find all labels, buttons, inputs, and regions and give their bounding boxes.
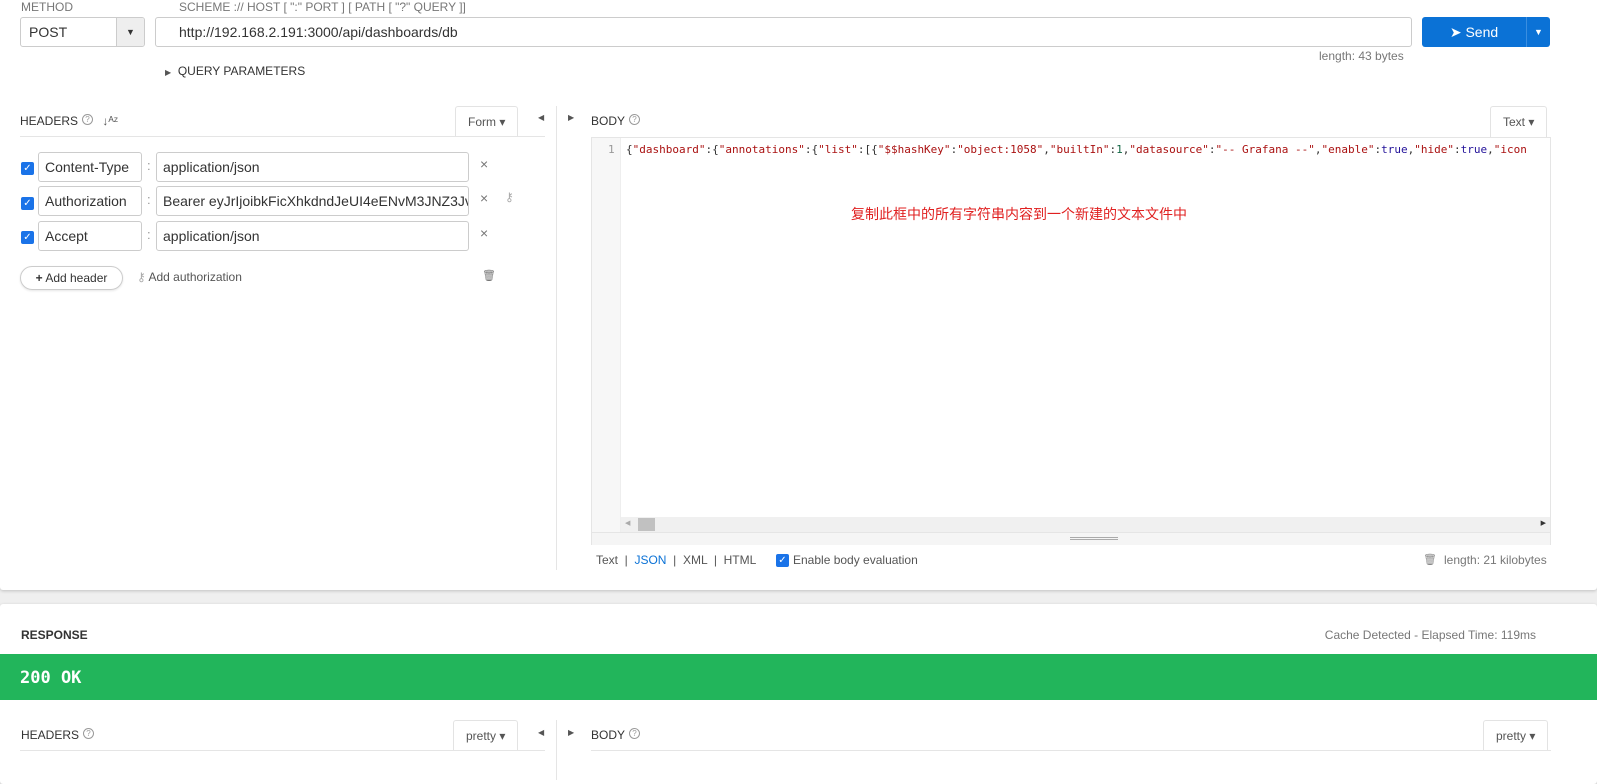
close-icon[interactable]: × bbox=[480, 225, 488, 241]
header-value-input[interactable]: application/json bbox=[156, 152, 469, 182]
trash-icon[interactable]: 🗑 bbox=[1423, 553, 1437, 566]
headers-title: HEADERS? ↓ᴬᶻ bbox=[20, 114, 119, 128]
format-text[interactable]: Text bbox=[596, 553, 618, 567]
colon: : bbox=[147, 158, 151, 173]
header-enabled-checkbox[interactable]: ✓ bbox=[21, 162, 34, 175]
collapse-left-icon[interactable]: ◀ bbox=[538, 728, 544, 737]
paper-plane-icon: ➤ bbox=[1449, 24, 1462, 40]
colon: : bbox=[147, 227, 151, 242]
collapse-left-icon[interactable]: ◀ bbox=[538, 113, 544, 122]
format-json[interactable]: JSON bbox=[634, 553, 666, 567]
send-label: Send bbox=[1465, 24, 1499, 40]
code-token: "annotations" bbox=[718, 143, 805, 156]
code-token: "$$hashKey" bbox=[877, 143, 951, 156]
horizontal-scrollbar[interactable]: ◀ ▶ bbox=[621, 517, 1550, 532]
format-xml[interactable]: XML bbox=[683, 553, 707, 567]
code-token: true bbox=[1381, 143, 1408, 156]
code-token: "icon bbox=[1493, 143, 1527, 156]
method-value: POST bbox=[29, 24, 68, 40]
response-panel: RESPONSE Cache Detected - Elapsed Time: … bbox=[0, 604, 1597, 784]
body-mode-dropdown[interactable]: Text ▾ bbox=[1490, 106, 1548, 137]
close-icon[interactable]: × bbox=[480, 190, 488, 206]
query-parameters-toggle[interactable]: ▶ QUERY PARAMETERS bbox=[165, 64, 305, 78]
collapse-right-icon[interactable]: ▶ bbox=[568, 728, 574, 737]
caret-right-icon: ▶ bbox=[165, 68, 172, 77]
header-name-input[interactable]: Accept bbox=[38, 221, 142, 251]
method-label: METHOD bbox=[21, 0, 73, 14]
code-token: : bbox=[1453, 143, 1461, 156]
code-token: "dashboard" bbox=[632, 143, 706, 156]
resize-handle[interactable] bbox=[592, 532, 1550, 545]
code-token: "-- Grafana --" bbox=[1215, 143, 1315, 156]
trash-icon[interactable]: 🗑 bbox=[482, 269, 496, 282]
body-title: BODY? bbox=[591, 114, 641, 128]
code-token: "list" bbox=[818, 143, 858, 156]
header-value-input[interactable]: Bearer eyJrIjoibkFicXhkdndJeUI4eENvM3JNZ… bbox=[156, 186, 469, 216]
query-parameters-label: QUERY PARAMETERS bbox=[177, 64, 306, 78]
body-editor[interactable]: 1 {"dashboard":{"annotations":{"list":[{… bbox=[591, 137, 1551, 545]
response-headers-title: HEADERS? bbox=[21, 728, 95, 742]
code-token: "object:1058" bbox=[957, 143, 1044, 156]
enable-body-evaluation-checkbox[interactable]: ✓ bbox=[776, 554, 789, 567]
send-button-group: ➤ Send ▼ bbox=[1422, 17, 1550, 47]
header-enabled-checkbox[interactable]: ✓ bbox=[21, 197, 34, 210]
chevron-down-icon: ▼ bbox=[116, 18, 144, 46]
collapse-right-icon[interactable]: ▶ bbox=[568, 113, 574, 122]
send-options-dropdown[interactable]: ▼ bbox=[1526, 17, 1550, 47]
add-authorization-link[interactable]: ⚷ Add authorization bbox=[137, 270, 242, 284]
body-code-line: {"dashboard":{"annotations":{"list":[{"$… bbox=[626, 143, 1550, 156]
response-title: RESPONSE bbox=[21, 628, 88, 642]
code-token: "enable" bbox=[1321, 143, 1375, 156]
headers-mode-dropdown[interactable]: Form ▾ bbox=[455, 106, 519, 137]
send-button[interactable]: ➤ Send bbox=[1422, 17, 1526, 47]
header-enabled-checkbox[interactable]: ✓ bbox=[21, 231, 34, 244]
line-number: 1 bbox=[608, 143, 615, 156]
code-token: true bbox=[1460, 143, 1488, 156]
add-header-button[interactable]: + Add header bbox=[20, 266, 123, 290]
header-value-input[interactable]: application/json bbox=[156, 221, 469, 251]
code-token: { bbox=[626, 143, 633, 156]
sort-icon[interactable]: ↓ᴬᶻ bbox=[102, 114, 118, 128]
annotation-text: 复制此框中的所有字符串内容到一个新建的文本文件中 bbox=[851, 206, 1187, 222]
key-icon: ⚷ bbox=[137, 270, 146, 284]
enable-body-evaluation-label: Enable body evaluation bbox=[793, 553, 918, 567]
code-token: :[{ bbox=[857, 143, 878, 156]
scrollbar-thumb[interactable] bbox=[638, 518, 655, 531]
plus-icon: + bbox=[35, 271, 43, 285]
url-input[interactable]: http://192.168.2.191:3000/api/dashboards… bbox=[155, 17, 1412, 47]
elapsed-time: Cache Detected - Elapsed Time: 119ms bbox=[1324, 628, 1536, 642]
format-html[interactable]: HTML bbox=[724, 553, 757, 567]
code-token: :{ bbox=[804, 143, 819, 156]
body-length: length: 21 kilobytes bbox=[1444, 553, 1547, 567]
help-icon[interactable]: ? bbox=[629, 114, 641, 125]
help-icon[interactable]: ? bbox=[629, 728, 641, 739]
code-token: "builtIn" bbox=[1049, 143, 1110, 156]
response-body-title: BODY? bbox=[591, 728, 641, 742]
code-token: "datasource" bbox=[1129, 143, 1209, 156]
code-token: , bbox=[1043, 143, 1050, 156]
header-name-input[interactable]: Authorization bbox=[38, 186, 142, 216]
help-icon[interactable]: ? bbox=[83, 728, 95, 739]
colon: : bbox=[147, 192, 151, 207]
code-token: 1 bbox=[1116, 143, 1123, 156]
close-icon[interactable]: × bbox=[480, 156, 488, 172]
key-icon[interactable]: ⚷ bbox=[505, 190, 514, 204]
status-code: 200 OK bbox=[20, 668, 82, 688]
response-headers-mode-dropdown[interactable]: pretty ▾ bbox=[453, 720, 519, 751]
status-bar: 200 OK bbox=[0, 654, 1597, 700]
header-name-input[interactable]: Content-Type bbox=[38, 152, 142, 182]
url-length: length: 43 bytes bbox=[1319, 49, 1404, 63]
url-label: SCHEME :// HOST [ ":" PORT ] [ PATH [ "?… bbox=[179, 0, 466, 14]
response-body-mode-dropdown[interactable]: pretty ▾ bbox=[1483, 720, 1549, 751]
help-icon[interactable]: ? bbox=[82, 114, 94, 125]
method-select[interactable]: POST ▼ bbox=[20, 17, 145, 47]
code-token: :{ bbox=[705, 143, 719, 156]
request-panel: METHOD POST ▼ SCHEME :// HOST [ ":" PORT… bbox=[0, 0, 1597, 590]
code-token: , bbox=[1487, 143, 1494, 156]
code-token: "hide" bbox=[1414, 143, 1454, 156]
code-token: : bbox=[1208, 143, 1216, 156]
format-switcher: Text | JSON | XML | HTML bbox=[596, 553, 757, 567]
